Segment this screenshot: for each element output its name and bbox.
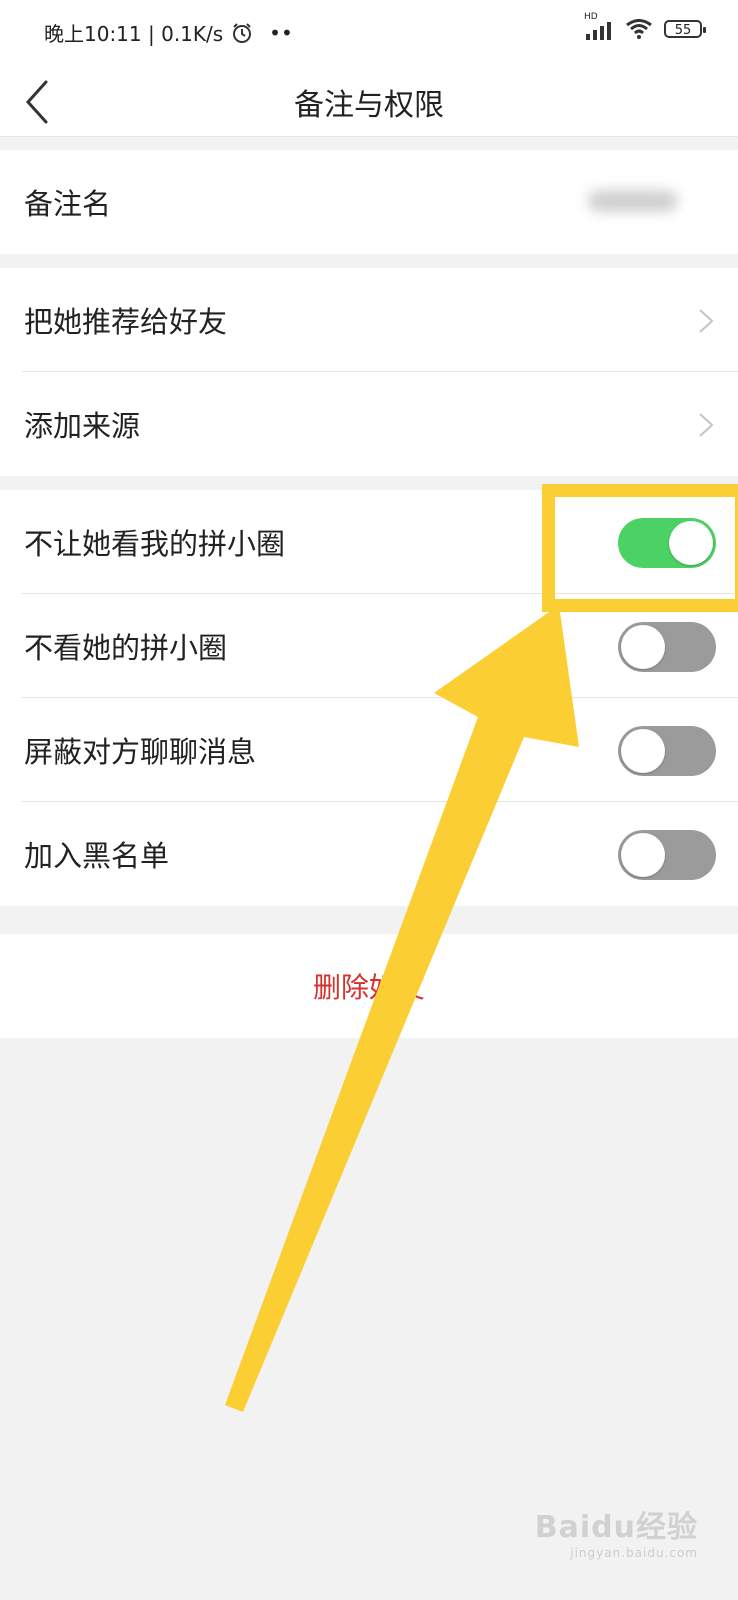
- chevron-right-icon: [699, 309, 714, 333]
- delete-section: 删除好友: [0, 934, 738, 1038]
- chevron-right-icon: [699, 413, 714, 437]
- toggle-row: 加入黑名单: [0, 802, 738, 906]
- toggle-row: 屏蔽对方聊聊消息: [0, 698, 738, 802]
- status-bar: 晚上10:11 | 0.1K/s •• HD 55: [0, 0, 738, 66]
- nav-bar: 备注与权限: [0, 66, 738, 137]
- toggle-knob: [621, 833, 665, 877]
- page-title: 备注与权限: [294, 88, 444, 123]
- battery-icon: 55: [664, 20, 706, 38]
- signal-icon: HD: [584, 12, 614, 40]
- status-left: 晚上10:11 | 0.1K/s ••: [44, 18, 293, 47]
- battery-level: 55: [674, 23, 692, 38]
- toggle-label: 屏蔽对方聊聊消息: [24, 735, 257, 769]
- status-time: 晚上10:11 | 0.1K/s: [44, 22, 224, 46]
- toggle-label: 不让她看我的拼小圈: [24, 527, 286, 561]
- toggle-knob: [621, 625, 665, 669]
- baidu-watermark: Baidu经验 jingyan.baidu.com: [535, 1502, 698, 1560]
- remark-label: 备注名: [24, 187, 112, 221]
- recommend-label: 把她推荐给好友: [24, 305, 228, 339]
- blacklist-toggle[interactable]: [618, 830, 716, 880]
- source-label: 添加来源: [24, 409, 141, 443]
- annotation-highlight-box: [542, 484, 738, 612]
- watermark-url: jingyan.baidu.com: [570, 1546, 698, 1560]
- recommend-row[interactable]: 把她推荐给好友: [0, 268, 738, 372]
- ignore-moments-toggle[interactable]: [618, 622, 716, 672]
- wifi-icon: [626, 19, 652, 39]
- status-right: HD 55: [584, 12, 706, 40]
- alarm-clock-icon: [233, 22, 252, 43]
- source-row[interactable]: 添加来源: [0, 372, 738, 476]
- delete-friend-button[interactable]: 删除好友: [313, 966, 425, 1006]
- watermark-brand: Baidu经验: [534, 1510, 698, 1545]
- toggle-label: 加入黑名单: [24, 839, 170, 873]
- block-messages-toggle[interactable]: [618, 726, 716, 776]
- remark-section: 备注名: [0, 150, 738, 254]
- remark-value-blurred: [588, 190, 678, 212]
- status-more: ••: [269, 20, 293, 45]
- remark-row[interactable]: 备注名: [0, 150, 738, 254]
- toggle-label: 不看她的拼小圈: [24, 631, 228, 665]
- links-section: 把她推荐给好友 添加来源: [0, 268, 738, 476]
- toggle-knob: [621, 729, 665, 773]
